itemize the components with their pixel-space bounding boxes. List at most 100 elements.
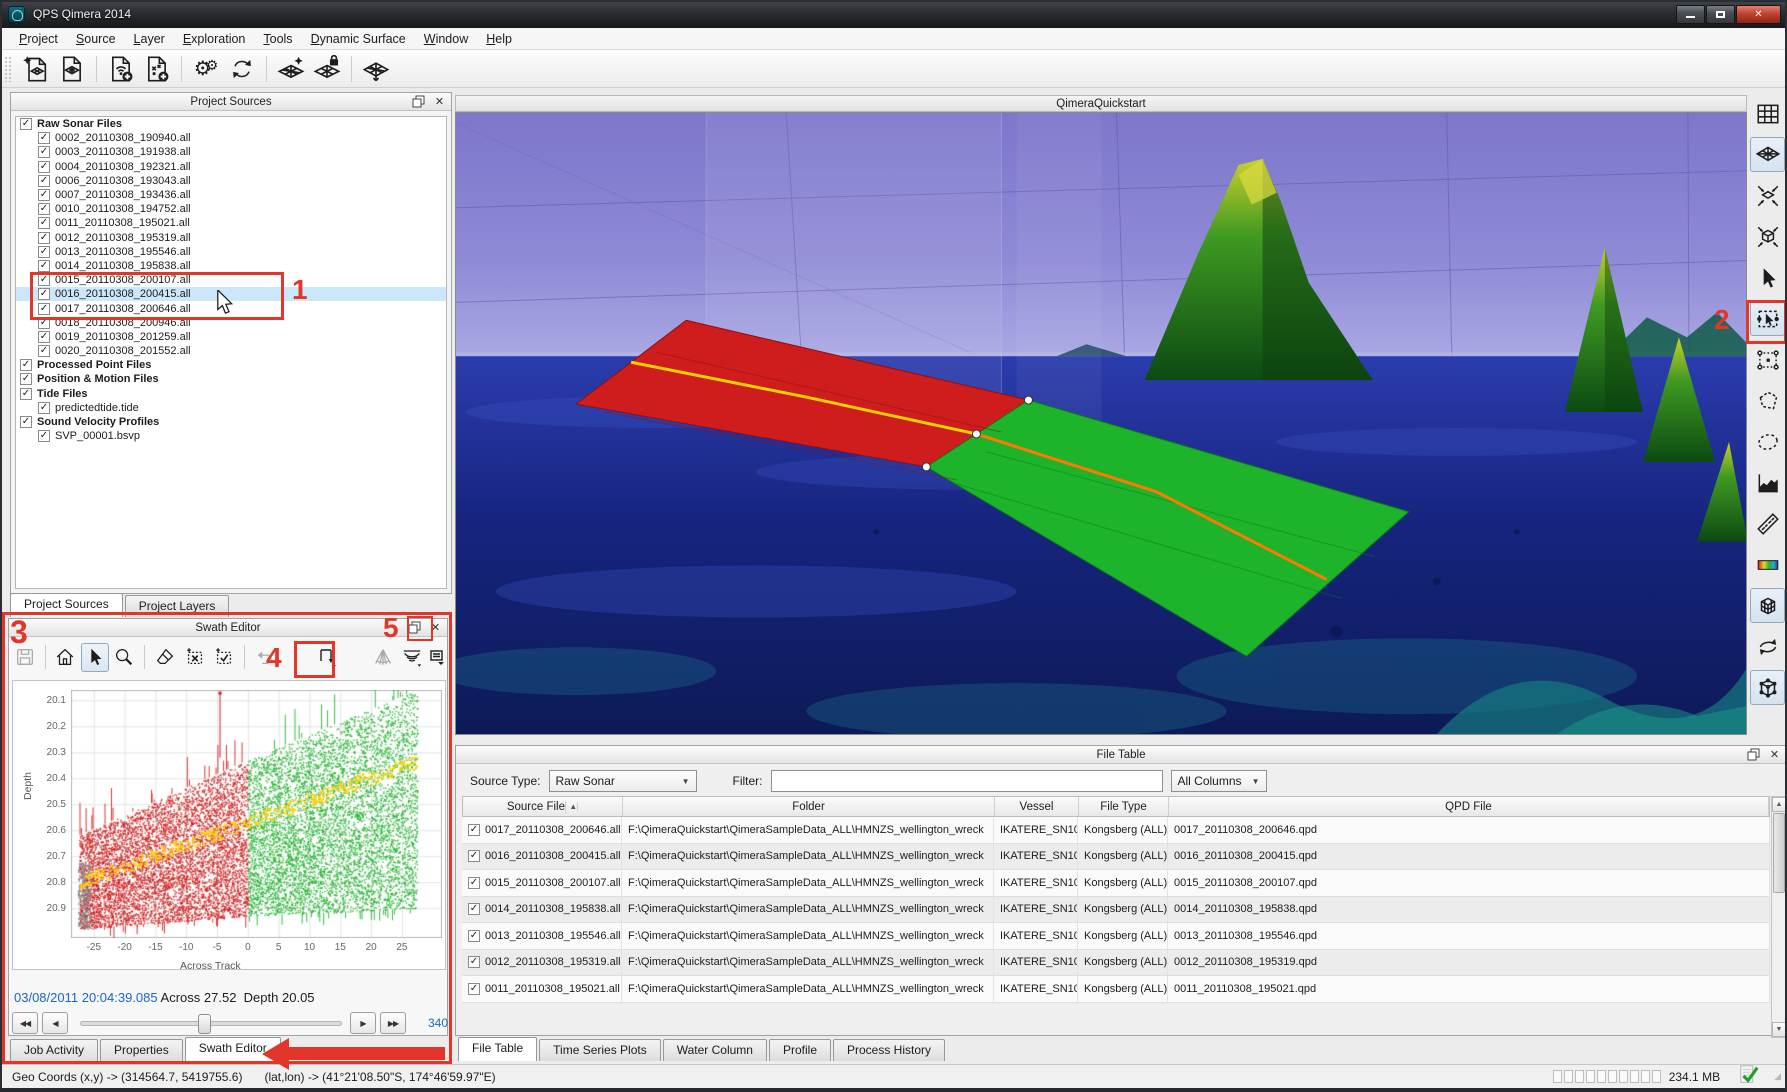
tree-item[interactable]: 0017_20110308_200646.all xyxy=(16,301,446,315)
checkbox-checked-icon[interactable] xyxy=(38,189,50,201)
checkbox-checked-icon[interactable] xyxy=(38,217,50,229)
zoom-button[interactable] xyxy=(111,643,139,672)
tree-item[interactable]: 0011_20110308_195021.all xyxy=(16,216,446,230)
ping-slider[interactable] xyxy=(80,1021,342,1026)
tree-item[interactable]: 0020_20110308_201552.all xyxy=(16,344,446,358)
tree-item[interactable]: 0019_20110308_201259.all xyxy=(16,330,446,344)
tree-item[interactable]: 0015_20110308_200107.all xyxy=(16,273,446,287)
checkbox-checked-icon[interactable] xyxy=(38,317,50,329)
checkbox-checked-icon[interactable] xyxy=(38,246,50,258)
export-surface-button[interactable] xyxy=(358,53,394,85)
filter-input[interactable] xyxy=(771,770,1163,792)
checkbox-checked-icon[interactable] xyxy=(38,146,50,158)
zoom-extents-button[interactable] xyxy=(1750,178,1785,213)
bottom-tab[interactable]: Profile xyxy=(769,1039,831,1061)
checkbox-checked-icon[interactable] xyxy=(38,331,50,343)
checkbox-checked-icon[interactable] xyxy=(20,359,32,371)
checkbox-checked-icon[interactable] xyxy=(468,903,480,915)
resize-grip[interactable]: ◢ xyxy=(1774,1071,1781,1082)
select-points-tool-button[interactable] xyxy=(1750,342,1785,377)
project-sources-header[interactable]: Project Sources ✕ xyxy=(11,93,451,111)
create-dynamic-surface-button[interactable] xyxy=(273,53,309,85)
tree-item[interactable]: 0004_20110308_192321.all xyxy=(16,160,446,174)
swath-editor-header[interactable]: Swath Editor ✕ xyxy=(9,619,447,637)
tree-item[interactable]: 0013_20110308_195546.all xyxy=(16,245,446,259)
tree-item[interactable]: Position & Motion Files xyxy=(16,372,446,386)
tree-item[interactable]: 0003_20110308_191938.all xyxy=(16,145,446,159)
tree-item[interactable]: 0010_20110308_194752.all xyxy=(16,202,446,216)
maximize-button[interactable] xyxy=(1706,5,1735,24)
scene-3d-view[interactable] xyxy=(455,112,1747,735)
checkbox-checked-icon[interactable] xyxy=(38,345,50,357)
menu-item[interactable]: Exploration xyxy=(174,29,255,49)
tree-item[interactable]: 0016_20110308_200415.all xyxy=(16,287,446,301)
scroll-up-icon[interactable]: ▲ xyxy=(1772,797,1786,812)
checkbox-checked-icon[interactable] xyxy=(38,430,50,442)
refresh-project-button[interactable] xyxy=(224,53,260,85)
checkbox-checked-icon[interactable] xyxy=(38,161,50,173)
checkbox-checked-icon[interactable] xyxy=(38,274,50,286)
tree-item[interactable]: 0012_20110308_195319.all xyxy=(16,231,446,245)
bottom-tab[interactable]: Time Series Plots xyxy=(539,1039,661,1061)
bottom-tab[interactable]: Properties xyxy=(100,1039,183,1061)
home-view-button[interactable] xyxy=(52,643,80,672)
scrollbar-thumb[interactable] xyxy=(1773,813,1785,893)
project-panel-tab[interactable]: Project Layers xyxy=(125,595,230,617)
menu-item[interactable]: Help xyxy=(477,29,521,49)
accept-selection-button[interactable] xyxy=(210,643,238,672)
col-source-file[interactable]: Source File ▲ xyxy=(463,797,623,816)
bottom-tab[interactable]: Process History xyxy=(833,1039,945,1061)
open-project-button[interactable] xyxy=(54,53,90,85)
add-processed-point-files-button[interactable] xyxy=(139,53,175,85)
checkbox-checked-icon[interactable] xyxy=(468,877,480,889)
checkbox-checked-icon[interactable] xyxy=(468,956,480,968)
erase-soundings-button[interactable] xyxy=(151,643,179,672)
table-row[interactable]: 0017_20110308_200646.all F:\QimeraQuicks… xyxy=(462,817,1770,844)
tree-item[interactable]: 0007_20110308_193436.all xyxy=(16,188,446,202)
table-row[interactable]: 0011_20110308_195021.all F:\QimeraQuicks… xyxy=(462,976,1770,1003)
tree-item[interactable]: 0006_20110308_193043.all xyxy=(16,174,446,188)
bottom-tab[interactable]: Job Activity xyxy=(10,1039,98,1061)
beam-display-button[interactable] xyxy=(369,643,397,672)
create-project-button[interactable] xyxy=(18,53,54,85)
checkbox-checked-icon[interactable] xyxy=(468,983,480,995)
checkbox-checked-icon[interactable] xyxy=(38,260,50,272)
reject-selection-button[interactable] xyxy=(181,643,209,672)
checkbox-checked-icon[interactable] xyxy=(38,303,50,315)
checkbox-checked-icon[interactable] xyxy=(38,288,50,300)
tree-item[interactable]: 0002_20110308_190940.all xyxy=(16,131,446,145)
pointer-tool-button[interactable] xyxy=(1750,260,1785,295)
checkbox-checked-icon[interactable] xyxy=(20,118,32,130)
table-row[interactable]: 0016_20110308_200415.all F:\QimeraQuicks… xyxy=(462,844,1770,871)
tree-item[interactable]: Sound Velocity Profiles xyxy=(16,415,446,429)
slider-handle[interactable] xyxy=(198,1014,211,1034)
pointer-select-button[interactable] xyxy=(81,643,109,672)
scene-bounds-tool-button[interactable] xyxy=(1750,670,1785,705)
next-ping-button[interactable]: ▶ xyxy=(350,1012,376,1034)
display-options-button[interactable] xyxy=(428,643,447,672)
save-button[interactable] xyxy=(11,643,39,672)
float-panel-icon[interactable] xyxy=(1745,747,1762,762)
select-lasso-tool-button[interactable] xyxy=(1750,424,1785,459)
last-ping-button[interactable]: ▶▶ xyxy=(380,1012,406,1034)
bottom-tab[interactable]: Water Column xyxy=(663,1039,767,1061)
tree-item[interactable]: Processed Point Files xyxy=(16,358,446,372)
columns-combo[interactable]: All Columns▼ xyxy=(1171,770,1267,792)
tree-item[interactable]: Raw Sonar Files xyxy=(16,117,446,131)
menu-item[interactable]: Dynamic Surface xyxy=(302,29,415,49)
checkbox-checked-icon[interactable] xyxy=(38,232,50,244)
close-button[interactable]: ✕ xyxy=(1736,5,1781,24)
menu-item[interactable]: Tools xyxy=(254,29,301,49)
rotate-view-tool-button[interactable] xyxy=(1750,629,1785,664)
table-row[interactable]: 0012_20110308_195319.all F:\QimeraQuicks… xyxy=(462,950,1770,977)
col-folder[interactable]: Folder xyxy=(623,797,995,816)
tree-item[interactable]: 0014_20110308_195838.all xyxy=(16,259,446,273)
colormap-tool-button[interactable] xyxy=(1750,547,1785,582)
multibeam-display-button[interactable] xyxy=(398,643,426,672)
profile-tool-button[interactable] xyxy=(1750,465,1785,500)
prev-ping-button[interactable]: ◀ xyxy=(42,1012,68,1034)
table-row[interactable]: 0014_20110308_195838.all F:\QimeraQuicks… xyxy=(462,897,1770,924)
preferences-button[interactable]: ⚙⚙ xyxy=(188,53,224,85)
checkbox-checked-icon[interactable] xyxy=(38,175,50,187)
first-ping-button[interactable]: ◀◀ xyxy=(12,1012,38,1034)
